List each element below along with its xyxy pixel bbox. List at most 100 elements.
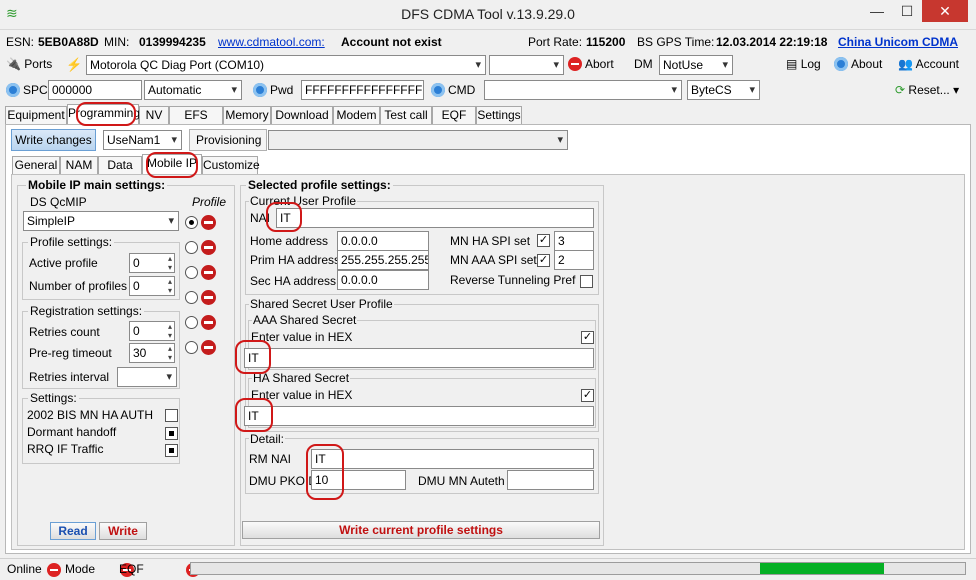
close-button[interactable]: ✕: [922, 0, 968, 22]
aaa-hex-checkbox[interactable]: ✓: [581, 331, 594, 344]
tab-nv[interactable]: NV: [139, 106, 169, 124]
tab-memory[interactable]: Memory: [223, 106, 271, 124]
tab-test-call[interactable]: Test call: [380, 106, 432, 124]
ha-hex-checkbox[interactable]: ✓: [581, 389, 594, 402]
tab-settings[interactable]: Settings: [476, 106, 522, 124]
profile-radio-5[interactable]: [185, 341, 198, 354]
spc-button[interactable]: SPC: [6, 83, 48, 97]
mn-ha-spi-input[interactable]: 3: [554, 231, 594, 251]
delete-profile-icon[interactable]: [201, 315, 216, 330]
aaa-secret-input[interactable]: IT: [244, 348, 594, 368]
info-icon: [834, 57, 848, 71]
tab-eqf[interactable]: EQF: [432, 106, 476, 124]
tab-download[interactable]: Download: [271, 106, 333, 124]
dmu-pkoid-input[interactable]: 10: [311, 470, 406, 490]
min-label: MIN:: [104, 35, 130, 49]
subtab-nam[interactable]: NAM: [60, 156, 98, 174]
rrq-traffic-checkbox[interactable]: [165, 444, 178, 457]
abort-button[interactable]: Abort: [568, 57, 614, 71]
online-status: Online: [7, 562, 42, 576]
write-profile-button[interactable]: Write current profile settings: [242, 521, 600, 539]
shared-secret-heading: Shared Secret User Profile: [249, 297, 394, 311]
read-button[interactable]: Read: [50, 522, 96, 540]
maximize-button[interactable]: ☐: [892, 0, 922, 22]
dmu-mn-auth-label: DMU MN Auteth: [418, 474, 505, 488]
tab-equipment[interactable]: Equipment: [5, 106, 67, 124]
subtab-general[interactable]: General: [12, 156, 60, 174]
ha-secret-input[interactable]: IT: [244, 406, 594, 426]
bis-auth-checkbox[interactable]: [165, 409, 178, 422]
port-extra-select[interactable]: [489, 55, 564, 75]
chevron-down-icon: ▾: [953, 83, 960, 97]
subtab-mobile-ip[interactable]: Mobile IP: [142, 154, 202, 174]
reset-button[interactable]: ⟳ Reset... ▾: [895, 83, 959, 97]
home-address-input[interactable]: 0.0.0.0: [337, 231, 429, 251]
delete-profile-icon[interactable]: [201, 265, 216, 280]
bytecs-select[interactable]: ByteCS: [687, 80, 760, 100]
write-button[interactable]: Write: [99, 522, 147, 540]
tab-modem[interactable]: Modem: [333, 106, 380, 124]
spc-input[interactable]: 000000: [48, 80, 142, 100]
users-icon: 👥: [898, 57, 913, 71]
ports-button[interactable]: 🔌 Ports: [6, 57, 52, 71]
dmu-mn-auth-input[interactable]: [507, 470, 594, 490]
dormant-handoff-checkbox[interactable]: [165, 427, 178, 440]
port-select[interactable]: Motorola QC Diag Port (COM10): [86, 55, 486, 75]
reverse-tunneling-checkbox[interactable]: [580, 275, 593, 288]
write-changes-button[interactable]: Write changes: [11, 129, 96, 151]
profile-radio-4[interactable]: [185, 316, 198, 329]
nam-select[interactable]: UseNam1: [103, 130, 182, 150]
pwd-input[interactable]: FFFFFFFFFFFFFFFF: [301, 80, 424, 100]
provisioning-select[interactable]: [268, 130, 568, 150]
retries-count-label: Retries count: [29, 325, 100, 339]
website-link[interactable]: www.cdmatool.com:: [218, 35, 325, 49]
profile-radio-0[interactable]: [185, 216, 198, 229]
connect-icon[interactable]: ⚡: [66, 57, 82, 73]
carrier-link[interactable]: China Unicom CDMA: [838, 35, 958, 49]
window-title: DFS CDMA Tool v.13.9.29.0: [401, 6, 575, 22]
prim-ha-input[interactable]: 255.255.255.255: [337, 250, 429, 270]
subtab-customize[interactable]: Customize: [202, 156, 260, 174]
profile-settings-heading: Profile settings:: [28, 235, 115, 249]
rm-nai-input[interactable]: IT: [311, 449, 594, 469]
prereg-timeout-spinner[interactable]: 30: [129, 343, 175, 363]
mode-status: Mode: [65, 562, 96, 576]
subtab-data[interactable]: Data: [98, 156, 142, 174]
profile-radio-2[interactable]: [185, 266, 198, 279]
number-of-profiles-spinner[interactable]: 0: [129, 276, 175, 296]
selected-profile-heading: Selected profile settings:: [246, 178, 393, 192]
mn-ha-spi-checkbox[interactable]: ✓: [537, 234, 550, 247]
aaa-secret-heading: AAA Shared Secret: [252, 313, 358, 327]
tab-efs[interactable]: EFS: [169, 106, 223, 124]
cmd-button[interactable]: CMD: [431, 83, 475, 97]
port-rate-value: 115200: [586, 35, 626, 49]
nai-input[interactable]: IT: [276, 208, 594, 228]
qcmip-mode-select[interactable]: SimpleIP: [23, 211, 179, 231]
pwd-button[interactable]: Pwd: [253, 83, 293, 97]
account-button[interactable]: 👥 Account: [898, 57, 959, 71]
ds-qcmip-label: DS QcMIP: [30, 195, 87, 209]
retries-count-spinner[interactable]: 0: [129, 321, 175, 341]
progress-fill: [759, 563, 884, 574]
profile-radio-1[interactable]: [185, 241, 198, 254]
active-profile-spinner[interactable]: 0: [129, 253, 175, 273]
delete-profile-icon[interactable]: [201, 240, 216, 255]
dmu-pkoid-label: DMU PKOID: [249, 474, 318, 488]
delete-profile-icon[interactable]: [201, 215, 216, 230]
mn-aaa-spi-input[interactable]: 2: [554, 250, 594, 270]
retries-interval-select[interactable]: [117, 367, 177, 387]
dm-select[interactable]: NotUse: [659, 55, 733, 75]
about-button[interactable]: About: [834, 57, 882, 71]
sec-ha-input[interactable]: 0.0.0.0: [337, 270, 429, 290]
tab-programming[interactable]: Programming: [67, 104, 140, 124]
settings-heading: Settings:: [28, 391, 79, 405]
cmd-select[interactable]: [484, 80, 682, 100]
mn-aaa-spi-checkbox[interactable]: ✓: [537, 254, 550, 267]
delete-profile-icon[interactable]: [201, 290, 216, 305]
mn-aaa-spi-label: MN AAA SPI set: [450, 253, 537, 267]
minimize-button[interactable]: —: [862, 0, 892, 22]
spc-mode-select[interactable]: Automatic: [144, 80, 242, 100]
delete-profile-icon[interactable]: [201, 340, 216, 355]
log-button[interactable]: ▤ Log: [786, 57, 821, 71]
profile-radio-3[interactable]: [185, 291, 198, 304]
